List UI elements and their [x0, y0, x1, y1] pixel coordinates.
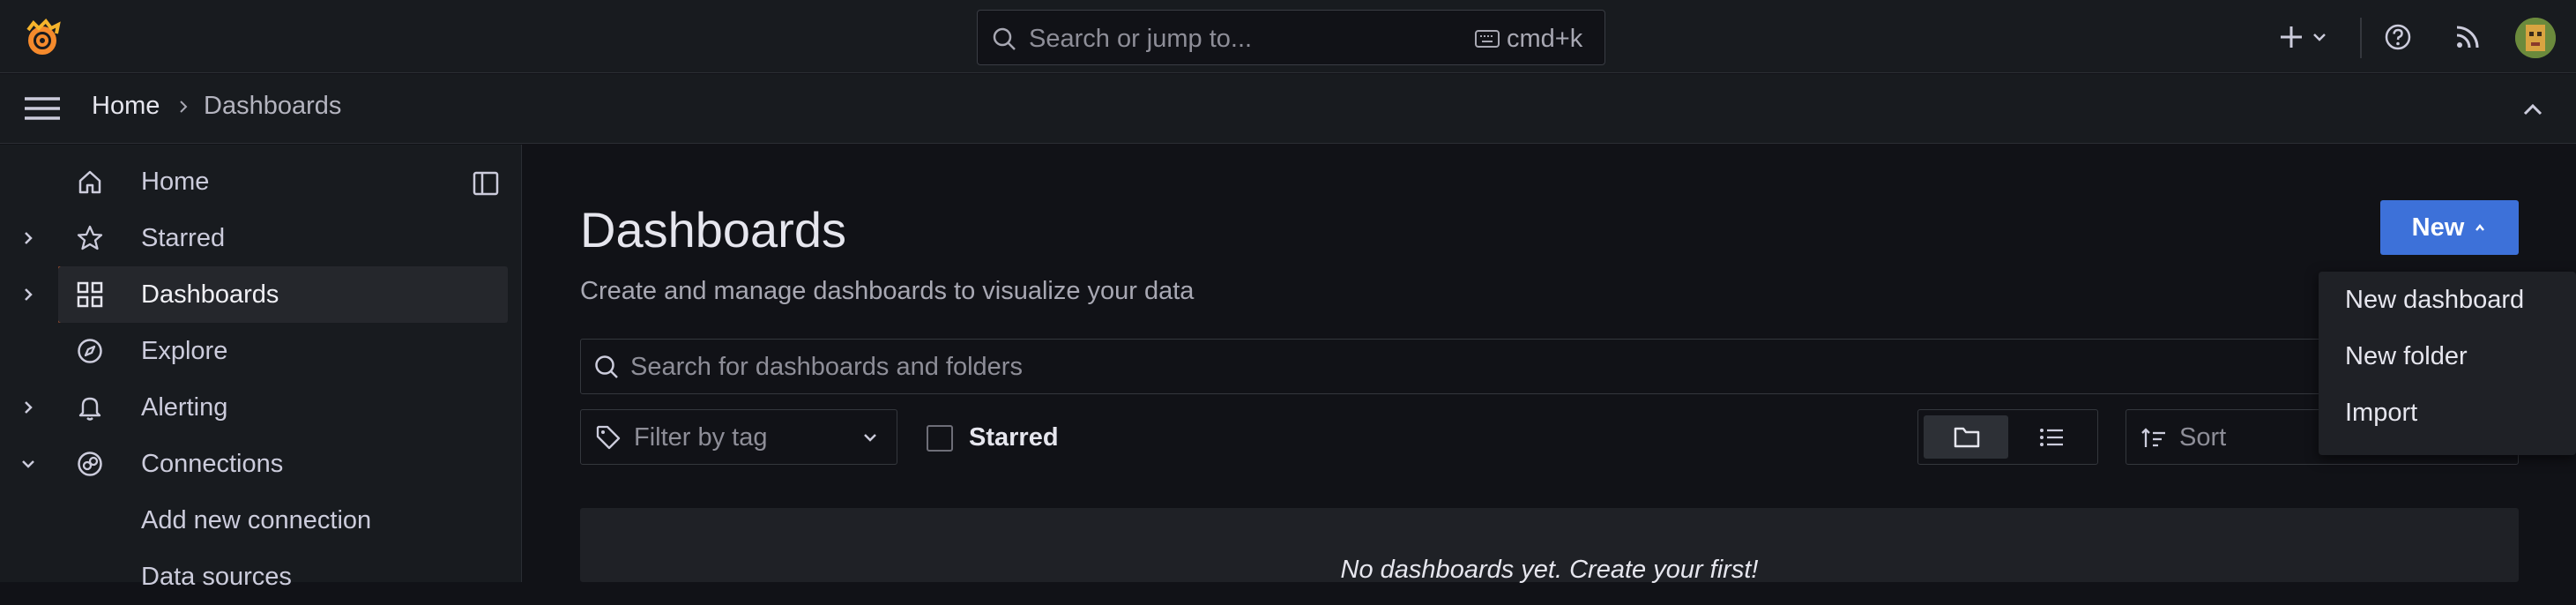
- tag-filter-select[interactable]: Filter by tag: [580, 409, 897, 465]
- sort-placeholder: Sort: [2179, 423, 2227, 452]
- sidebar-item-explore[interactable]: Explore: [0, 323, 522, 379]
- sidebar-item-label: Data sources: [141, 563, 292, 591]
- sidebar: Home Starred Dashboards Explore Alerting…: [0, 145, 522, 591]
- menu-item-label: New folder: [2345, 342, 2468, 370]
- help-button[interactable]: [2384, 18, 2412, 56]
- menu-item-new-folder[interactable]: New folder: [2319, 328, 2576, 385]
- breadcrumb-current: Dashboards: [204, 92, 342, 120]
- breadcrumb-home[interactable]: Home: [92, 92, 160, 121]
- sidebar-item-home[interactable]: Home: [0, 153, 522, 210]
- compass-icon: [78, 339, 102, 363]
- tag-filter-placeholder: Filter by tag: [634, 423, 768, 452]
- tag-icon: [596, 425, 621, 450]
- new-button-label: New: [2411, 213, 2465, 242]
- help-icon: [2385, 24, 2411, 50]
- folder-view-button[interactable]: [1924, 415, 2008, 459]
- dashboard-search-placeholder: Search for dashboards and folders: [630, 353, 1023, 381]
- news-button[interactable]: [2454, 18, 2481, 56]
- menu-toggle-button[interactable]: [25, 95, 60, 122]
- avatar[interactable]: [2515, 18, 2556, 58]
- menu-item-new-dashboard[interactable]: New dashboard: [2319, 272, 2576, 328]
- sidebar-item-label: Alerting: [141, 393, 228, 422]
- bell-icon: [78, 397, 101, 421]
- page-title: Dashboards: [580, 202, 846, 258]
- chevron-up-icon: [2523, 103, 2542, 116]
- chevron-down-icon: [864, 434, 876, 442]
- menu-item-import[interactable]: Import: [2319, 385, 2576, 441]
- rss-icon: [2456, 26, 2479, 49]
- chevron-right-icon[interactable]: [19, 286, 37, 303]
- sidebar-item-connections[interactable]: Connections: [0, 436, 522, 492]
- global-search-input[interactable]: Search or jump to... cmd+k: [977, 10, 1605, 65]
- sidebar-item-label: Dashboards: [141, 280, 279, 309]
- search-shortcut: cmd+k: [1507, 25, 1583, 53]
- grafana-logo-icon[interactable]: [21, 18, 63, 60]
- sidebar-item-label: Connections: [141, 450, 284, 478]
- list-view-icon[interactable]: [2038, 425, 2065, 450]
- chevron-right-icon[interactable]: [19, 229, 37, 247]
- sort-icon: [2141, 428, 2165, 447]
- connections-icon: [78, 452, 102, 476]
- chevron-down-icon[interactable]: [19, 455, 37, 473]
- search-icon: [993, 27, 1016, 50]
- top-bar: Search or jump to... cmd+k: [0, 0, 2576, 73]
- keyboard-icon: [1475, 30, 1500, 48]
- menu-item-label: Import: [2345, 399, 2418, 427]
- page-subtitle: Create and manage dashboards to visualiz…: [580, 277, 1195, 305]
- new-button[interactable]: New: [2380, 200, 2519, 255]
- chevron-right-icon: [180, 101, 188, 113]
- chevron-down-icon: [2313, 34, 2326, 41]
- sidebar-item-add-new-connection[interactable]: Add new connection: [0, 492, 522, 549]
- sidebar-item-label: Add new connection: [141, 506, 372, 534]
- search-icon: [595, 355, 618, 378]
- hamburger-icon: [25, 97, 60, 120]
- sidebar-item-data-sources[interactable]: Data sources: [0, 549, 522, 605]
- apps-icon: [77, 281, 103, 308]
- starred-checkbox[interactable]: [927, 425, 953, 452]
- star-icon: [77, 225, 103, 250]
- search-placeholder: Search or jump to...: [1029, 25, 1253, 53]
- sidebar-item-dashboards-expand[interactable]: [0, 266, 58, 323]
- sidebar-item-label: Starred: [141, 224, 226, 252]
- sidebar-item-label: Explore: [141, 337, 228, 365]
- collapse-header-button[interactable]: [2521, 99, 2544, 120]
- breadcrumb-bar: Home Dashboards: [0, 74, 2576, 144]
- starred-checkbox-label[interactable]: Starred: [969, 423, 1059, 452]
- sidebar-item-alerting[interactable]: Alerting: [0, 379, 522, 436]
- new-dropdown-menu: New dashboard New folder Import: [2319, 272, 2576, 455]
- empty-state: No dashboards yet. Create your first!: [580, 508, 2519, 584]
- sidebar-item-dashboards[interactable]: Dashboards: [58, 266, 508, 323]
- view-toggle: [1917, 409, 2098, 465]
- dashboard-search-input[interactable]: Search for dashboards and folders: [580, 339, 2519, 394]
- chevron-right-icon[interactable]: [19, 399, 37, 416]
- add-new-button[interactable]: [2278, 18, 2329, 56]
- toolbar-divider: [2360, 18, 2362, 58]
- folder-icon: [1954, 427, 1980, 448]
- main-content: Dashboards Create and manage dashboards …: [523, 145, 2576, 584]
- menu-item-label: New dashboard: [2345, 286, 2525, 314]
- home-icon: [78, 170, 101, 194]
- sidebar-item-starred[interactable]: Starred: [0, 210, 522, 266]
- plus-icon: [2281, 26, 2302, 48]
- sidebar-item-label: Home: [141, 168, 210, 196]
- empty-state-message: No dashboards yet. Create your first!: [1340, 556, 1759, 584]
- chevron-up-icon: [2475, 223, 2485, 231]
